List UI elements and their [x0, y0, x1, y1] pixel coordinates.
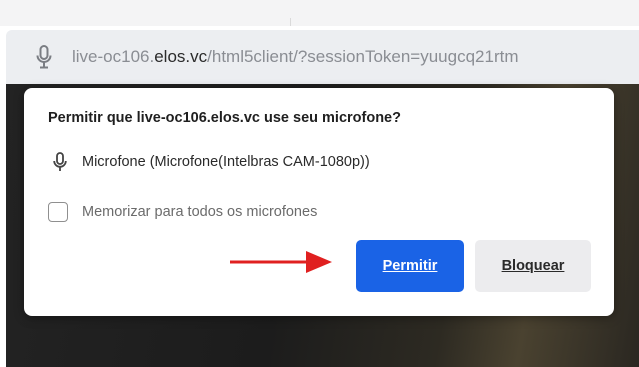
- microphone-icon[interactable]: [26, 39, 62, 75]
- remember-checkbox[interactable]: [48, 202, 68, 222]
- tab-edge: [0, 18, 291, 26]
- url-domain: elos.vc: [154, 47, 208, 66]
- red-arrow-annotation: [228, 247, 338, 277]
- address-bar[interactable]: live-oc106.elos.vc/html5client/?sessionT…: [6, 30, 639, 84]
- block-button[interactable]: Bloquear: [475, 240, 591, 292]
- remember-label[interactable]: Memorizar para todos os microfones: [82, 204, 317, 220]
- device-name: Microfone (Microfone(Intelbras CAM-1080p…: [82, 154, 370, 170]
- remember-option[interactable]: Memorizar para todos os microfones: [48, 202, 317, 222]
- url-text[interactable]: live-oc106.elos.vc/html5client/?sessionT…: [72, 47, 519, 67]
- microphone-icon: [50, 152, 70, 172]
- dialog-title: Permitir que live-oc106.elos.vc use seu …: [48, 110, 401, 126]
- browser-tab-strip: [0, 0, 639, 26]
- url-prefix: live-oc106.: [72, 47, 155, 66]
- url-suffix: /html5client/?sessionToken=yuugcq21rtm: [207, 47, 519, 66]
- device-row: Microfone (Microfone(Intelbras CAM-1080p…: [50, 152, 370, 172]
- microphone-permission-dialog: Permitir que live-oc106.elos.vc use seu …: [24, 88, 614, 316]
- allow-button[interactable]: Permitir: [356, 240, 464, 292]
